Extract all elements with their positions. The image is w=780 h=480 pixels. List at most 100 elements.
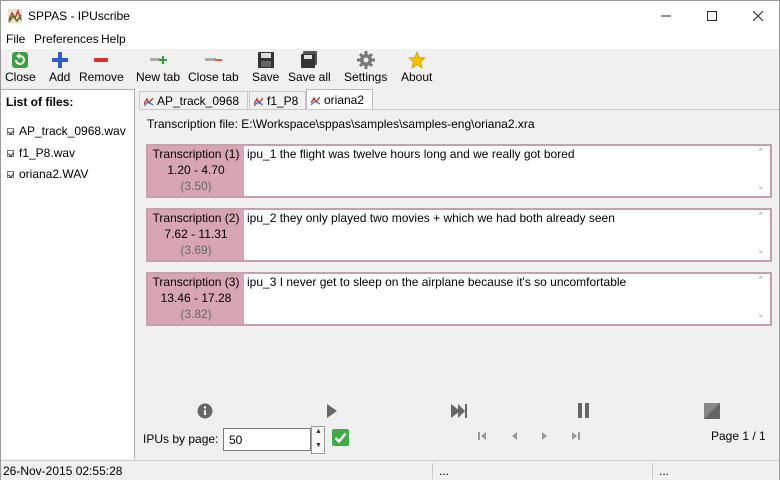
- toolbar: Close Add Remove New tab Close tab Save …: [1, 49, 779, 89]
- new-tab-icon: [150, 56, 168, 64]
- checkbox-icon[interactable]: [7, 170, 14, 178]
- ipu-times: 7.62 - 11.31: [164, 227, 228, 241]
- waveform-icon: [254, 97, 263, 106]
- tab-label: oriana2: [324, 93, 365, 107]
- ipu-title: Transcription (3): [152, 275, 240, 289]
- save-button[interactable]: Save: [252, 51, 279, 84]
- tab-f1-p8[interactable]: f1_P8: [249, 91, 306, 110]
- close-tab-label: Close tab: [188, 70, 239, 84]
- ipu-text-field[interactable]: ipu_3 I never get to sleep on the airpla…: [247, 275, 626, 289]
- chevron-down-icon[interactable]: ⌄: [757, 245, 765, 256]
- tab-ap-track[interactable]: AP_track_0968: [139, 91, 248, 110]
- chevron-down-icon[interactable]: ⌄: [757, 309, 765, 320]
- ipus-by-page-label: IPUs by page:: [143, 432, 219, 446]
- pause-icon[interactable]: [577, 403, 591, 418]
- checkbox-icon[interactable]: [7, 127, 14, 135]
- ipu-title: Transcription (1): [152, 147, 240, 161]
- tab-oriana2[interactable]: oriana2: [306, 89, 373, 110]
- play-to-end-icon[interactable]: [451, 404, 467, 418]
- ipu-times: 1.20 - 4.70: [167, 163, 225, 177]
- status-datetime: 26-Nov-2015 02:55:28: [3, 464, 123, 478]
- stop-icon[interactable]: [704, 403, 720, 419]
- menu-bar: File Preferences Help: [1, 31, 779, 49]
- menu-file[interactable]: File: [6, 32, 25, 46]
- ipu-scrollbar[interactable]: ⌃ ⌄: [756, 146, 768, 196]
- menu-preferences[interactable]: Preferences: [34, 32, 99, 46]
- ipu-times: 13.46 - 17.28: [160, 291, 232, 305]
- add-label: Add: [49, 70, 71, 84]
- status-field-3: ...: [659, 464, 670, 478]
- play-icon[interactable]: [326, 404, 338, 418]
- transcription-file-path: Transcription file: E:\Workspace\sppas\s…: [147, 117, 535, 131]
- plus-icon: [51, 52, 68, 68]
- spin-down-icon[interactable]: ▼: [315, 442, 322, 449]
- new-tab-button[interactable]: New tab: [136, 51, 180, 84]
- ipu-label: Transcription (2) 7.62 - 11.31 (3.69): [148, 210, 244, 260]
- files-title: List of files:: [6, 95, 74, 109]
- settings-button[interactable]: Settings: [344, 51, 387, 84]
- ipu-scrollbar[interactable]: ⌃ ⌄: [756, 274, 768, 324]
- waveform-icon: [311, 96, 320, 105]
- save-all-label: Save all: [288, 70, 331, 84]
- spin-up-icon[interactable]: ▲: [315, 428, 322, 435]
- app-icon: [8, 9, 22, 23]
- first-page-icon[interactable]: [477, 431, 487, 441]
- tab-label: f1_P8: [267, 94, 299, 108]
- ipu-text-field[interactable]: ipu_2 they only played two movies + whic…: [247, 211, 615, 225]
- chevron-up-icon[interactable]: ⌃: [757, 275, 765, 286]
- remove-label: Remove: [79, 70, 124, 84]
- maximize-icon: [707, 11, 717, 21]
- close-label: Close: [5, 70, 36, 84]
- exit-icon: [12, 52, 29, 68]
- file-item[interactable]: oriana2.WAV: [7, 167, 88, 181]
- app-window: SPPAS - IPUscribe File Preferences Help …: [0, 0, 780, 480]
- previous-page-icon[interactable]: [509, 431, 519, 441]
- add-button[interactable]: Add: [49, 51, 70, 84]
- save-all-icon: [301, 51, 318, 68]
- maximize-button[interactable]: [689, 1, 735, 31]
- close-button[interactable]: Close: [5, 51, 36, 84]
- tab-label: AP_track_0968: [157, 94, 240, 108]
- ipu-title: Transcription (2): [152, 211, 240, 225]
- files-panel: List of files: AP_track_0968.wav f1_P8.w…: [1, 89, 135, 459]
- ipus-by-page-input[interactable]: [223, 428, 311, 451]
- info-icon[interactable]: [197, 403, 213, 419]
- file-item[interactable]: AP_track_0968.wav: [7, 124, 126, 138]
- gear-icon: [356, 51, 375, 69]
- file-name: f1_P8.wav: [19, 146, 76, 160]
- close-tab-button[interactable]: Close tab: [188, 51, 239, 84]
- ipu-duration: (3.69): [180, 243, 212, 257]
- ipu-scrollbar[interactable]: ⌃ ⌄: [756, 210, 768, 260]
- ipu-duration: (3.50): [180, 179, 212, 193]
- remove-button[interactable]: Remove: [79, 51, 124, 84]
- last-page-icon[interactable]: [571, 431, 581, 441]
- close-window-button[interactable]: [735, 1, 780, 31]
- about-button[interactable]: About: [401, 51, 432, 84]
- chevron-down-icon[interactable]: ⌄: [757, 181, 765, 192]
- save-all-button[interactable]: Save all: [288, 51, 331, 84]
- new-tab-label: New tab: [136, 70, 181, 84]
- minimize-icon: [661, 15, 671, 17]
- close-icon: [753, 11, 763, 21]
- about-label: About: [401, 70, 433, 84]
- ipu-row: Transcription (2) 7.62 - 11.31 (3.69) ip…: [146, 208, 772, 262]
- chevron-up-icon[interactable]: ⌃: [757, 211, 765, 222]
- minimize-button[interactable]: [643, 1, 689, 31]
- menu-help[interactable]: Help: [101, 32, 126, 46]
- status-separator: [432, 463, 433, 479]
- file-item[interactable]: f1_P8.wav: [7, 146, 75, 160]
- checkmark-icon: [334, 432, 347, 444]
- checkbox-icon[interactable]: [7, 149, 14, 157]
- next-page-icon[interactable]: [540, 431, 550, 441]
- ipu-duration: (3.82): [180, 307, 212, 321]
- page-indicator: Page 1 / 1: [711, 429, 766, 443]
- ipu-text-field[interactable]: ipu_1 the flight was twelve hours long a…: [247, 147, 575, 161]
- status-separator: [652, 463, 653, 479]
- ipu-row: Transcription (1) 1.20 - 4.70 (3.50) ipu…: [146, 144, 772, 198]
- chevron-up-icon[interactable]: ⌃: [757, 147, 765, 158]
- apply-button[interactable]: [332, 429, 349, 446]
- waveform-icon: [144, 97, 153, 106]
- floppy-disk-icon: [257, 52, 274, 68]
- ipus-by-page-spinner[interactable]: ▲ ▼: [311, 426, 325, 454]
- status-field-2: ...: [439, 464, 450, 478]
